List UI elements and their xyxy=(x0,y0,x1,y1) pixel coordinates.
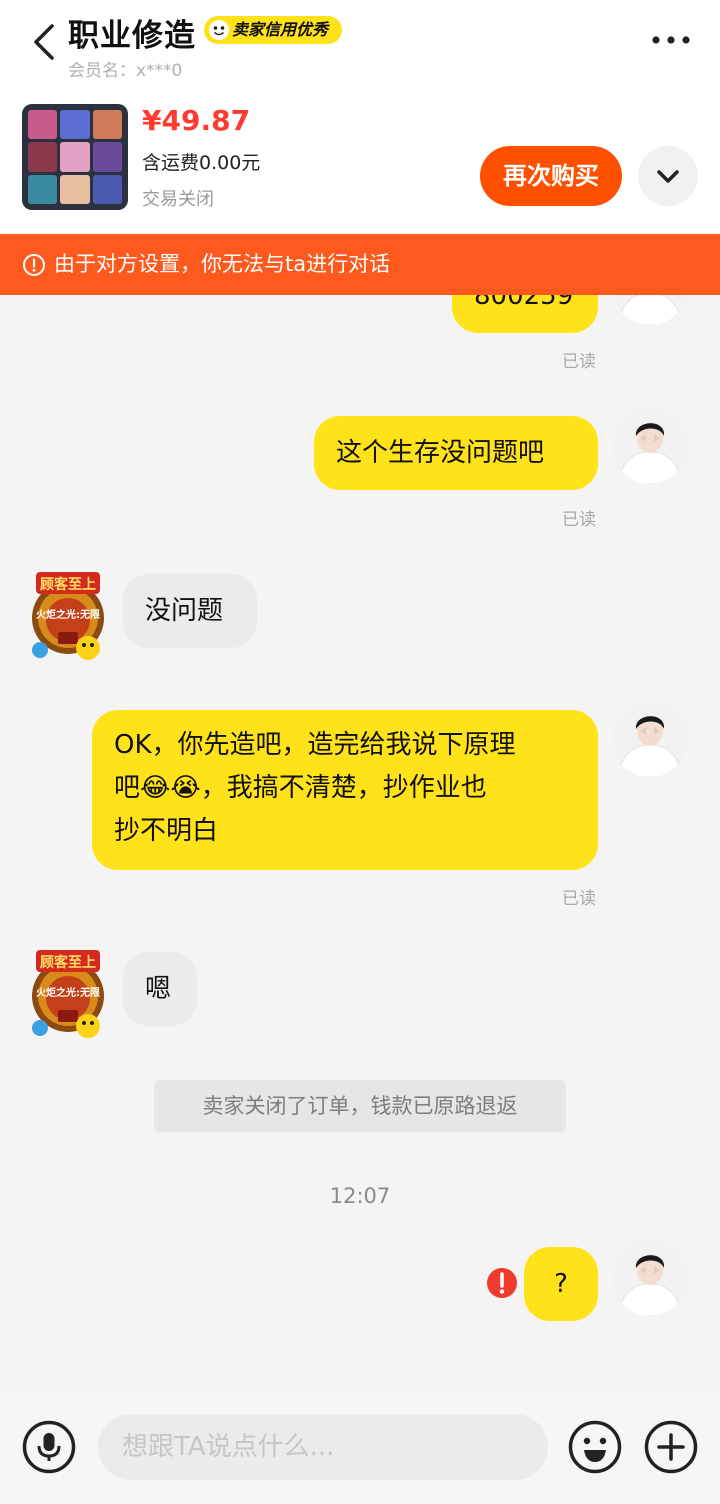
message-text: 这个生存没问题吧 xyxy=(336,438,545,468)
notice-text: 由于对方设置，你无法与ta进行对话 xyxy=(54,252,391,276)
read-receipt: 已读 xyxy=(562,352,596,372)
message-list[interactable]: 800259 已读 这个生存没问题吧 已读 没问题 OK，你先造吧，造完给我说下… xyxy=(0,295,720,1390)
crying-emoji: 😭 xyxy=(170,773,201,803)
chevron-left-icon[interactable] xyxy=(28,22,64,62)
microphone-icon[interactable] xyxy=(22,1420,76,1474)
badge-label: 卖家信用优秀 xyxy=(232,20,329,39)
message-bubble[interactable]: 800259 xyxy=(452,295,598,333)
message-input[interactable] xyxy=(98,1414,548,1480)
my-avatar[interactable] xyxy=(612,408,688,484)
plus-icon[interactable] xyxy=(644,1420,698,1474)
order-price: ¥49.87 xyxy=(142,104,251,137)
my-avatar[interactable] xyxy=(612,701,688,777)
chevron-down-icon xyxy=(657,170,679,183)
shipping-fee: 含运费0.00元 xyxy=(142,152,261,174)
more-dots-icon[interactable] xyxy=(650,32,692,48)
expand-order-button[interactable] xyxy=(638,146,698,206)
read-receipt: 已读 xyxy=(562,510,596,530)
message-text: ? xyxy=(554,1269,568,1299)
restriction-notice: 由于对方设置，你无法与ta进行对话 xyxy=(0,234,720,295)
my-avatar[interactable] xyxy=(612,1240,688,1316)
message-text: 没问题 xyxy=(145,596,224,626)
message-text: 800259 xyxy=(474,295,574,311)
chat-header: 职业修造 卖家信用优秀 会员名：x***0 ¥49.87 含运费0.00元 交易… xyxy=(0,0,720,232)
message-bubble[interactable]: 嗯 xyxy=(123,952,197,1026)
composer-bar xyxy=(0,1390,720,1504)
buy-again-button[interactable]: 再次购买 xyxy=(480,146,622,206)
emoji-icon[interactable] xyxy=(568,1420,622,1474)
timestamp: 12:07 xyxy=(329,1184,391,1208)
product-thumbnail[interactable] xyxy=(22,104,128,210)
member-name: 会员名：x***0 xyxy=(68,61,183,81)
message-text: 嗯 xyxy=(145,974,172,1004)
order-status: 交易关闭 xyxy=(142,189,214,210)
credit-badge: 卖家信用优秀 xyxy=(204,16,343,44)
laughing-crying-emoji: 😂 xyxy=(140,773,171,803)
message-bubble[interactable]: OK，你先造吧，造完给我说下原理 吧😂😭，我搞不清楚，抄作业也 抄不明白 xyxy=(92,710,598,870)
seller-avatar[interactable] xyxy=(22,948,114,1040)
message-line: 吧😂😭，我搞不清楚，抄作业也 xyxy=(114,773,487,803)
message-bubble[interactable]: ? xyxy=(524,1247,598,1321)
alert-circle-icon xyxy=(23,254,45,276)
message-line: OK，你先造吧，造完给我说下原理 xyxy=(114,730,516,760)
send-failed-icon[interactable] xyxy=(486,1267,518,1299)
my-avatar[interactable] xyxy=(612,295,688,325)
read-receipt: 已读 xyxy=(562,889,596,909)
seller-avatar[interactable] xyxy=(22,570,114,662)
message-bubble[interactable]: 没问题 xyxy=(123,574,257,648)
message-line: 抄不明白 xyxy=(114,816,219,846)
system-message: 卖家关闭了订单，钱款已原路退返 xyxy=(154,1080,566,1132)
seller-name[interactable]: 职业修造 xyxy=(68,10,196,55)
message-bubble[interactable]: 这个生存没问题吧 xyxy=(314,416,598,490)
smiley-face-icon xyxy=(209,20,229,40)
